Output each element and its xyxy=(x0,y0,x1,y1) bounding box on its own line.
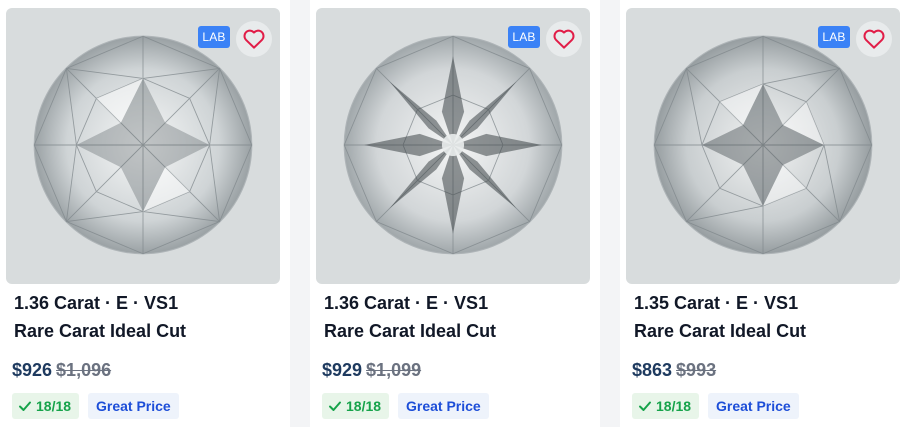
check-icon xyxy=(19,401,31,411)
score-text: 18/18 xyxy=(346,398,382,414)
current-price: $926 xyxy=(12,360,53,380)
great-price-badge: Great Price xyxy=(398,393,489,419)
score-badge: 18/18 xyxy=(322,393,390,419)
check-icon xyxy=(329,401,341,411)
price-row: $926 $1,096 xyxy=(12,360,111,381)
favorite-button[interactable] xyxy=(546,21,582,57)
original-price: $993 xyxy=(676,360,717,380)
score-badge: 18/18 xyxy=(632,393,700,419)
product-image[interactable]: LAB xyxy=(626,8,900,284)
product-card[interactable]: LAB 1.36 Carat · E · VS1 Rare Carat Idea… xyxy=(310,0,600,427)
price-row: $863 $993 xyxy=(632,360,716,381)
product-image[interactable]: LAB xyxy=(316,8,590,284)
heart-outline-icon xyxy=(863,29,885,49)
score-text: 18/18 xyxy=(36,398,72,414)
favorite-button[interactable] xyxy=(856,21,892,57)
current-price: $929 xyxy=(322,360,363,380)
product-image[interactable]: LAB xyxy=(6,8,280,284)
product-card[interactable]: LAB 1.36 Carat · E · VS1 Rare Carat Idea… xyxy=(0,0,290,427)
great-price-badge: Great Price xyxy=(88,393,179,419)
product-grid: LAB 1.36 Carat · E · VS1 Rare Carat Idea… xyxy=(0,0,906,427)
price-row: $929 $1,099 xyxy=(322,360,421,381)
score-badge: 18/18 xyxy=(12,393,80,419)
diamond-image xyxy=(653,35,873,255)
diamond-image xyxy=(33,35,253,255)
heart-outline-icon xyxy=(553,29,575,49)
current-price: $863 xyxy=(632,360,673,380)
lab-badge: LAB xyxy=(508,26,540,48)
heart-outline-icon xyxy=(243,29,265,49)
product-subtitle[interactable]: Rare Carat Ideal Cut xyxy=(14,321,186,342)
product-subtitle[interactable]: Rare Carat Ideal Cut xyxy=(324,321,496,342)
product-title[interactable]: 1.36 Carat · E · VS1 xyxy=(14,293,178,314)
favorite-button[interactable] xyxy=(236,21,272,57)
score-text: 18/18 xyxy=(656,398,692,414)
product-title[interactable]: 1.35 Carat · E · VS1 xyxy=(634,293,798,314)
lab-badge: LAB xyxy=(198,26,230,48)
product-card[interactable]: LAB 1.35 Carat · E · VS1 Rare Carat Idea… xyxy=(620,0,906,427)
diamond-image xyxy=(343,35,563,255)
product-title[interactable]: 1.36 Carat · E · VS1 xyxy=(324,293,488,314)
check-icon xyxy=(639,401,651,411)
original-price: $1,096 xyxy=(56,360,112,380)
lab-badge: LAB xyxy=(818,26,850,48)
product-subtitle[interactable]: Rare Carat Ideal Cut xyxy=(634,321,806,342)
great-price-badge: Great Price xyxy=(708,393,799,419)
original-price: $1,099 xyxy=(366,360,422,380)
